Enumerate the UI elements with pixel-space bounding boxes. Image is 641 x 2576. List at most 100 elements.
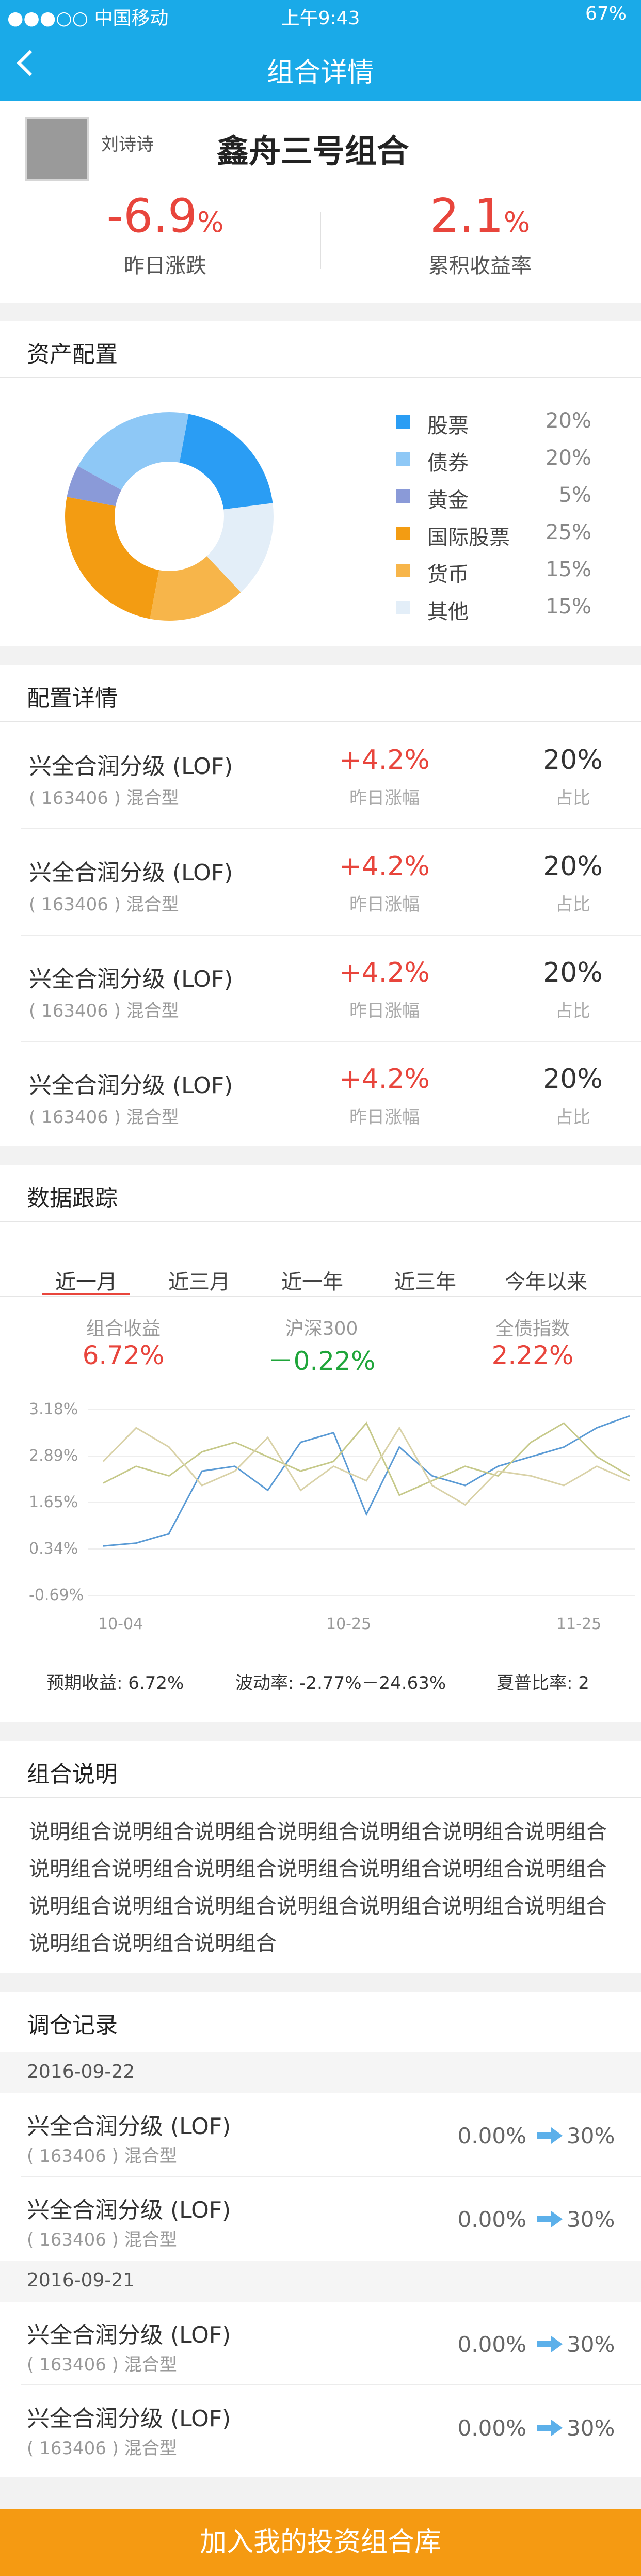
index-value: 6.72% xyxy=(82,1340,165,1370)
legend-name: 黄金 xyxy=(427,488,469,512)
fund-code: ( 163406 ) 混合型 xyxy=(29,1107,179,1128)
from-percent: 0.00% xyxy=(457,2332,526,2357)
legend-value: 20% xyxy=(546,409,591,433)
fund-row[interactable]: 兴全合润分级 (LOF) ( 163406 ) 混合型 +4.2% 昨日涨幅 20% 占比 xyxy=(0,851,641,960)
to-percent: 30% xyxy=(567,2123,615,2148)
metric-item: 预期收益: 6.72% xyxy=(46,1673,184,1694)
legend-value: 15% xyxy=(546,595,591,619)
fund-row[interactable]: 兴全合润分级 (LOF) ( 163406 ) 混合型 +4.2% 昨日涨幅 20% 占比 xyxy=(0,957,641,1067)
fund-name: 兴全合润分级 (LOF) xyxy=(27,2113,231,2140)
legend-swatch xyxy=(396,415,410,429)
fund-change-label: 昨日涨幅 xyxy=(349,788,420,809)
rebalance-row[interactable]: 兴全合润分级 (LOF) ( 163406 ) 混合型 0.00% 30% xyxy=(0,2385,641,2469)
legend-name: 其他 xyxy=(427,600,469,624)
arrow-right-icon xyxy=(536,2125,564,2146)
fund-name: 兴全合润分级 (LOF) xyxy=(29,753,233,780)
fund-percent: 20% xyxy=(543,1064,603,1095)
legend-swatch xyxy=(396,527,410,540)
fund-percent: 20% xyxy=(543,851,603,882)
legend-value: 15% xyxy=(546,558,591,581)
tab-0[interactable]: 近一月 xyxy=(29,1265,143,1295)
fund-code: ( 163406 ) 混合型 xyxy=(27,2354,177,2375)
portfolio-name: 鑫舟三号组合 xyxy=(217,132,409,170)
tab-3[interactable]: 近三年 xyxy=(368,1265,482,1295)
rebalance-row[interactable]: 兴全合润分级 (LOF) ( 163406 ) 混合型 0.00% 30% xyxy=(0,2177,641,2261)
description-title: 组合说明 xyxy=(27,1761,118,1788)
fund-row[interactable]: 兴全合润分级 (LOF) ( 163406 ) 混合型 +4.2% 昨日涨幅 20% 占比 xyxy=(0,1064,641,1173)
fund-percent-label: 占比 xyxy=(555,894,590,915)
fund-name: 兴全合润分级 (LOF) xyxy=(29,1072,233,1099)
legend-value: 20% xyxy=(546,446,591,470)
metric-item: 波动率: -2.77%－24.63% xyxy=(235,1673,446,1694)
battery-label: 67% xyxy=(585,3,627,24)
from-percent: 0.00% xyxy=(457,2207,526,2232)
rebalance-date-row: 2016-09-21 xyxy=(0,2261,641,2302)
legend-name: 股票 xyxy=(427,414,469,438)
fund-change: +4.2% xyxy=(339,745,430,776)
rebalance-date: 2016-09-22 xyxy=(27,2061,135,2082)
index-value: －0.22% xyxy=(267,1346,376,1376)
index-value: 2.22% xyxy=(491,1340,574,1370)
fund-name: 兴全合润分级 (LOF) xyxy=(27,2197,231,2223)
tracking-title: 数据跟踪 xyxy=(27,1185,118,1211)
tracking-line-chart xyxy=(88,1409,635,1596)
legend-swatch xyxy=(396,452,410,466)
rebalance-row[interactable]: 兴全合润分级 (LOF) ( 163406 ) 混合型 0.00% 30% xyxy=(0,2302,641,2385)
to-percent: 30% xyxy=(567,2332,615,2357)
tab-2[interactable]: 近一年 xyxy=(255,1265,369,1295)
status-bar: ●●●○○ 中国移动 上午9:43 67% xyxy=(0,0,641,33)
legend-swatch xyxy=(396,489,410,503)
fund-row[interactable]: 兴全合润分级 (LOF) ( 163406 ) 混合型 +4.2% 昨日涨幅 20% 占比 xyxy=(0,745,641,854)
to-percent: 30% xyxy=(567,2207,615,2232)
rebalance-row[interactable]: 兴全合润分级 (LOF) ( 163406 ) 混合型 0.00% 30% xyxy=(0,2093,641,2177)
add-to-portfolio-library-button[interactable]: 加入我的投资组合库 xyxy=(0,2509,641,2576)
legend-swatch xyxy=(396,564,410,577)
index-label: 沪深300 xyxy=(285,1318,358,1339)
allocation-title: 资产配置 xyxy=(27,341,118,368)
allocation-card: 资产配置 股票 20% 债券 20% 黄金 5% 国际股票 25% 货币 15% 其他 15% xyxy=(0,321,641,646)
fund-code: ( 163406 ) 混合型 xyxy=(27,2438,177,2459)
legend-name: 债券 xyxy=(427,451,469,475)
tab-1[interactable]: 近三月 xyxy=(142,1265,256,1295)
legend-name: 国际股票 xyxy=(427,526,510,549)
metric-item: 夏普比率: 2 xyxy=(496,1673,589,1694)
series-line-1 xyxy=(103,1421,630,1496)
fund-percent: 20% xyxy=(543,957,603,988)
fund-change-label: 昨日涨幅 xyxy=(349,894,420,915)
allocation-donut-chart xyxy=(65,412,274,621)
clock-label: 上午9:43 xyxy=(281,8,360,29)
fund-change: +4.2% xyxy=(339,957,430,988)
fund-percent: 20% xyxy=(543,745,603,776)
legend-name: 货币 xyxy=(427,563,469,587)
portfolio-header: 刘诗诗 鑫舟三号组合 -6.9% 昨日涨跌 2.1% 累积收益率 xyxy=(0,101,641,303)
fund-code: ( 163406 ) 混合型 xyxy=(29,1001,179,1021)
row-divider xyxy=(21,935,641,936)
fund-percent-label: 占比 xyxy=(555,788,590,809)
row-divider xyxy=(21,1041,641,1042)
header-divider xyxy=(320,212,321,269)
index-label: 组合收益 xyxy=(86,1318,161,1339)
yesterday-change: -6.9% xyxy=(106,189,224,243)
to-percent: 30% xyxy=(567,2415,615,2441)
cumulative-return-label: 累积收益率 xyxy=(428,254,532,278)
fund-name: 兴全合润分级 (LOF) xyxy=(29,966,233,992)
avatar xyxy=(25,117,89,181)
cumulative-return: 2.1% xyxy=(429,189,531,243)
fund-change: +4.2% xyxy=(339,1064,430,1095)
legend-value: 25% xyxy=(546,520,591,544)
fund-code: ( 163406 ) 混合型 xyxy=(27,2146,177,2167)
fund-change: +4.2% xyxy=(339,851,430,882)
nav-bar: 组合详情 xyxy=(0,33,641,101)
fund-percent-label: 占比 xyxy=(555,1001,590,1021)
arrow-right-icon xyxy=(536,2334,564,2354)
active-tab-indicator xyxy=(42,1293,130,1295)
arrow-right-icon xyxy=(536,2417,564,2438)
fund-name: 兴全合润分级 (LOF) xyxy=(27,2322,231,2348)
yesterday-change-label: 昨日涨跌 xyxy=(124,254,206,278)
tab-4[interactable]: 今年以来 xyxy=(489,1265,603,1295)
fund-name: 兴全合润分级 (LOF) xyxy=(27,2406,231,2432)
user-name: 刘诗诗 xyxy=(101,134,154,155)
fund-percent-label: 占比 xyxy=(555,1107,590,1128)
config-detail-title: 配置详情 xyxy=(27,685,118,712)
fund-change-label: 昨日涨幅 xyxy=(349,1107,420,1128)
